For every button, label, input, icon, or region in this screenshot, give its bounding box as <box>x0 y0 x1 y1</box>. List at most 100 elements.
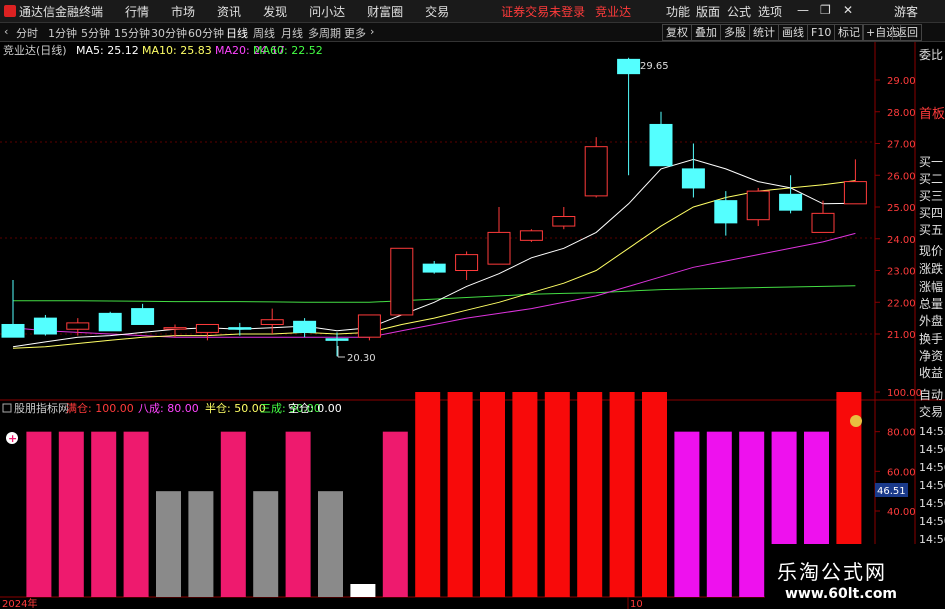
period-monthly[interactable]: 月线 <box>281 25 303 41</box>
indicator-bar <box>156 491 181 597</box>
price-tick-label: 25.00 <box>887 203 916 214</box>
candle <box>422 260 446 274</box>
menu-formula[interactable]: 公式 <box>727 3 751 20</box>
info-change-pct: 涨幅 <box>919 280 944 294</box>
tick-time: 14:56 <box>919 479 945 492</box>
btn-multi-stock[interactable]: 多股 <box>720 24 750 41</box>
period-daily[interactable]: 日线 <box>226 25 248 41</box>
app-logo-icon <box>4 5 16 17</box>
menu-market[interactable]: 市场 <box>171 3 195 20</box>
period-5min[interactable]: 5分钟 <box>81 25 110 41</box>
indicator-bar <box>706 431 732 597</box>
indicator-tick-label: 80.00 <box>887 428 916 439</box>
menu-news[interactable]: 资讯 <box>217 3 241 20</box>
restore-icon[interactable]: ❐ <box>820 3 831 17</box>
chevron-left-icon[interactable]: ‹ <box>4 25 8 38</box>
candle <box>649 111 673 167</box>
candle <box>843 159 867 205</box>
period-multi[interactable]: 多周期 <box>308 25 341 41</box>
candle <box>131 303 155 325</box>
btn-stats[interactable]: 统计 <box>749 24 779 41</box>
period-60min[interactable]: 60分钟 <box>188 25 224 41</box>
menu-trade[interactable]: 交易 <box>425 3 449 20</box>
minimize-icon[interactable]: — <box>797 3 809 17</box>
menu-quotes[interactable]: 行情 <box>125 3 149 20</box>
candle <box>455 251 479 281</box>
ma60-label: MA60: 22.52 <box>253 44 323 57</box>
indicator-bar <box>123 431 149 597</box>
menu-discover[interactable]: 发现 <box>263 3 287 20</box>
info-bid3: 买三 <box>919 189 944 203</box>
auto-trade-2[interactable]: 交易 <box>919 403 943 420</box>
indicator-bars <box>26 392 862 597</box>
indicator-bar <box>739 431 765 597</box>
period-more[interactable]: 更多 <box>344 25 366 41</box>
info-bid4: 买四 <box>919 206 944 220</box>
candle <box>325 332 349 357</box>
menu-wealth[interactable]: 财富圈 <box>367 3 403 20</box>
candle <box>746 187 770 227</box>
tick-time: 14:56 <box>919 515 945 528</box>
candle <box>714 191 738 236</box>
menu-options[interactable]: 选项 <box>758 3 782 20</box>
period-toolbar: ‹ 分时 1分钟 5分钟 15分钟 30分钟 60分钟 日线 周线 月线 多周期… <box>0 23 945 42</box>
candle <box>390 247 414 316</box>
btn-overlay[interactable]: 叠加 <box>691 24 721 41</box>
info-earnings: 收益 <box>919 366 944 380</box>
chart-area[interactable]: 竞业达(日线) MA5: 25.12 MA10: 25.83 MA20: 24.… <box>0 42 945 609</box>
high-price-label: 29.65 <box>640 61 669 72</box>
stock-name-header: 竞业达 <box>595 4 632 19</box>
period-intraday[interactable]: 分时 <box>16 25 38 41</box>
candle <box>584 137 608 198</box>
candle <box>260 308 284 334</box>
menu-ask[interactable]: 问小达 <box>309 3 345 20</box>
x-axis-month: 10 <box>630 599 643 609</box>
btn-back[interactable]: 返回 <box>892 24 922 41</box>
btn-adjust[interactable]: 复权 <box>662 24 692 41</box>
indicator-bar <box>253 491 279 597</box>
menu-layout[interactable]: 版面 <box>696 3 720 20</box>
ind-80: 八成: 80.00 <box>138 402 199 415</box>
app-window: 通达信金融终端 行情 市场 资讯 发现 问小达 财富圈 交易 证券交易未登录 竞… <box>0 0 945 609</box>
auto-trade-1[interactable]: 自动 <box>919 386 943 403</box>
info-weibi: 委比 <box>919 48 944 62</box>
candle <box>617 57 641 176</box>
price-tick-label: 22.00 <box>887 298 916 309</box>
price-tick-label: 23.00 <box>887 267 916 278</box>
info-turnover: 换手 <box>919 332 944 346</box>
info-first-board: 首板 <box>919 107 945 122</box>
price-tick-label: 26.00 <box>887 171 916 182</box>
menu-function[interactable]: 功能 <box>666 3 690 20</box>
period-weekly[interactable]: 周线 <box>253 25 275 41</box>
indicator-bar <box>285 431 311 597</box>
watermark: 乐淘公式网 www.60lt.com <box>765 544 945 609</box>
btn-f10[interactable]: F10 <box>807 24 836 41</box>
plus-glyph: + <box>8 432 17 445</box>
indicator-bar <box>382 431 408 597</box>
ma10-label: MA10: 25.83 <box>142 44 212 57</box>
period-1min[interactable]: 1分钟 <box>48 25 77 41</box>
period-30min[interactable]: 30分钟 <box>151 25 187 41</box>
money-bag-icon <box>850 415 862 427</box>
indicator-bar <box>58 431 84 597</box>
indicator-tick-label: 60.00 <box>887 467 916 478</box>
price-tick-label: 21.00 <box>887 330 916 341</box>
price-tick-label: 27.00 <box>887 140 916 151</box>
info-price: 现价 <box>919 244 944 258</box>
login-warning[interactable]: 证券交易未登录 <box>501 3 585 20</box>
btn-draw[interactable]: 画线 <box>778 24 808 41</box>
guest-label[interactable]: 游客 <box>894 3 918 20</box>
chevron-right-icon[interactable]: › <box>370 25 374 38</box>
period-15min[interactable]: 15分钟 <box>114 25 150 41</box>
candle <box>98 311 122 332</box>
indicator-box-icon[interactable] <box>2 403 12 413</box>
close-icon[interactable]: ✕ <box>843 3 853 17</box>
candle <box>33 314 57 336</box>
indicator-bar <box>188 491 214 597</box>
tick-time: 14:56 <box>919 443 945 456</box>
candle <box>811 200 835 233</box>
ma5-label: MA5: 25.12 <box>76 44 139 57</box>
ind-full: 满仓: 100.00 <box>66 401 134 415</box>
btn-mark[interactable]: 标记 <box>834 24 864 41</box>
price-axis: 29.00 28.00 27.00 26.00 25.00 24.00 23.00 22.00… <box>875 76 916 341</box>
